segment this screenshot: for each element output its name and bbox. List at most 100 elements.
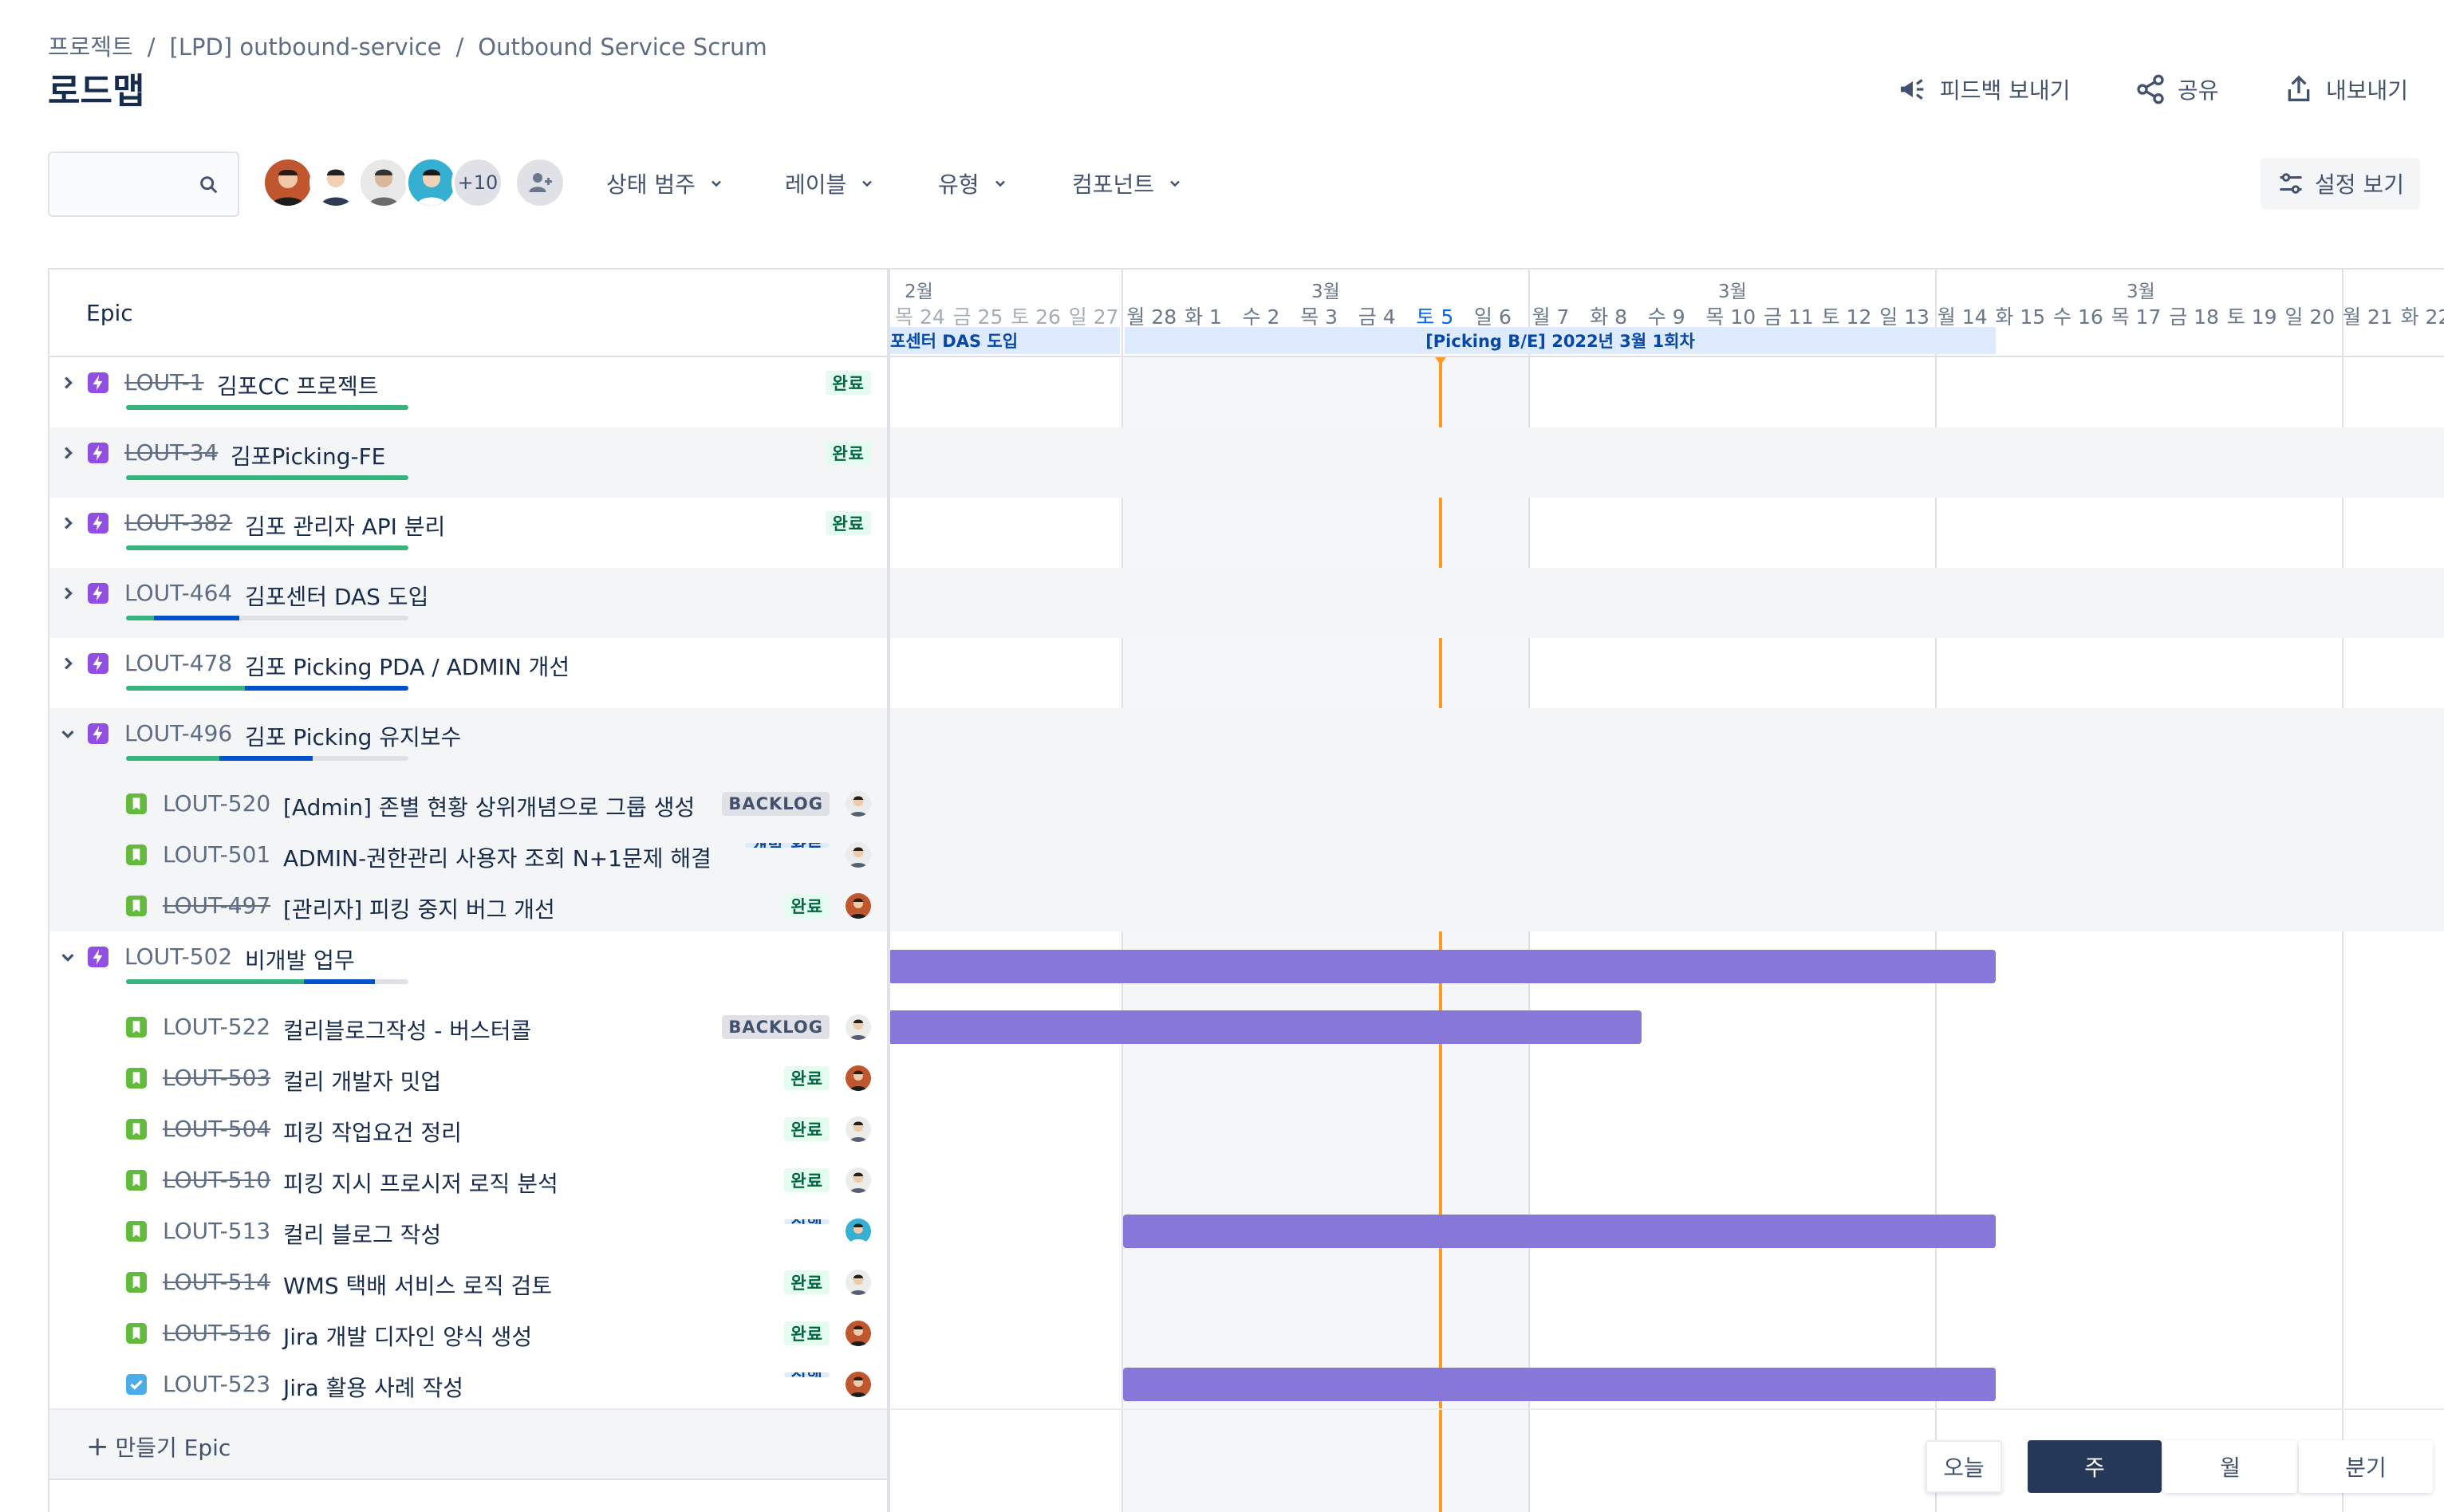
day-label: 목 10: [1705, 305, 1756, 329]
day-label: 금 4: [1358, 305, 1396, 329]
day-label: 금 18: [2169, 305, 2219, 329]
zoom-quarter-button[interactable]: 분기: [2299, 1440, 2433, 1493]
schedule-bar[interactable]: [889, 950, 1996, 983]
schedule-bar[interactable]: [889, 586, 1642, 620]
filter-type[interactable]: 유형: [938, 159, 1008, 207]
breadcrumb: 프로젝트 / [LPD] outbound-service / Outbound Ser…: [48, 29, 767, 62]
expand-chevron-icon[interactable]: [59, 585, 77, 605]
issue-row[interactable]: [49, 1206, 887, 1257]
day-label: 화 22: [2400, 305, 2444, 329]
schedule-bar[interactable]: [889, 787, 1642, 821]
share-icon: [2137, 74, 2164, 104]
more-avatars[interactable]: +10: [451, 156, 504, 209]
avatar[interactable]: [309, 156, 362, 209]
expand-chevron-icon[interactable]: [59, 374, 77, 395]
view-settings-button[interactable]: 설정 보기: [2261, 158, 2420, 209]
plus-icon: +: [86, 1431, 109, 1463]
day-label: 목 24: [895, 305, 945, 329]
epic-column-header: Epic: [86, 300, 133, 326]
issue-row[interactable]: [49, 1053, 887, 1104]
expand-chevron-icon[interactable]: [59, 655, 77, 675]
today-marker: [1439, 356, 1442, 1512]
filter-label: 유형: [938, 171, 980, 198]
epic-row[interactable]: [49, 357, 887, 427]
collapse-chevron-icon[interactable]: [59, 725, 77, 746]
schedule-bar[interactable]: [1123, 1368, 1996, 1401]
export-label: 내보내기: [2326, 77, 2409, 104]
feedback-label: 피드백 보내기: [1940, 77, 2071, 104]
zoom-month-button[interactable]: 월: [2163, 1440, 2297, 1493]
zoom-week-button[interactable]: 주: [2028, 1440, 2162, 1493]
sprint-picking[interactable]: [Picking B/E] 2022년 3월 1회차: [1125, 327, 1996, 354]
day-label: 토 12: [1821, 305, 1872, 329]
chevron-down-icon: [712, 180, 721, 187]
avatar[interactable]: [357, 156, 410, 209]
month-label: 3월: [2127, 282, 2155, 302]
day-label: 화 1: [1185, 305, 1222, 329]
day-label: 월 14: [1937, 305, 1988, 329]
search-input[interactable]: [48, 152, 239, 217]
filter-status-category[interactable]: 상태 범주: [606, 159, 724, 207]
share-button[interactable]: 공유: [2135, 69, 2219, 110]
day-label: 일 6: [1474, 305, 1512, 329]
expand-chevron-icon[interactable]: [59, 514, 77, 535]
share-label: 공유: [2178, 77, 2219, 104]
schedule-bar[interactable]: [889, 838, 1642, 872]
issue-row[interactable]: [49, 1104, 887, 1155]
day-label: 일 13: [1879, 305, 1930, 329]
filter-label: 상태 범주: [606, 171, 696, 198]
breadcrumb-project[interactable]: [LPD] outbound-service: [170, 33, 442, 61]
issue-row[interactable]: [49, 1257, 887, 1308]
avatar[interactable]: [405, 156, 458, 209]
day-label: 목 17: [2111, 305, 2162, 329]
issue-row[interactable]: [49, 1359, 887, 1410]
expand-chevron-icon[interactable]: [59, 444, 77, 465]
sprint-das[interactable]: 포센터 DAS 도입: [889, 327, 1120, 354]
day-label: 월 7: [1531, 305, 1570, 329]
month-label: 3월: [1311, 282, 1340, 302]
epic-row[interactable]: [49, 498, 887, 568]
day-label: 토 5: [1416, 305, 1454, 329]
issue-row[interactable]: [49, 778, 887, 829]
export-button[interactable]: 내보내기: [2283, 69, 2408, 110]
day-label: 수 2: [1242, 305, 1280, 329]
epic-row[interactable]: [49, 427, 887, 498]
pane-divider[interactable]: [887, 268, 890, 1512]
header-divider: [49, 356, 2444, 357]
day-label: 수 16: [2053, 305, 2103, 329]
schedule-bar[interactable]: [889, 726, 1642, 760]
sliders-icon: [2280, 173, 2302, 194]
feedback-button[interactable]: 피드백 보내기: [1897, 69, 2070, 110]
issue-row[interactable]: [49, 1308, 887, 1359]
filter-component[interactable]: 컴포넌트: [1072, 159, 1183, 207]
day-label: 월 28: [1126, 305, 1177, 329]
week-divider: [1935, 268, 1937, 1512]
breadcrumb-projects[interactable]: 프로젝트: [48, 33, 133, 61]
epic-row[interactable]: [49, 568, 887, 638]
avatar[interactable]: [262, 156, 314, 209]
issue-row[interactable]: [49, 1155, 887, 1206]
day-label: 화 15: [1995, 305, 2046, 329]
issue-row[interactable]: [49, 1002, 887, 1053]
today-button[interactable]: 오늘: [1926, 1440, 2002, 1493]
issue-row[interactable]: [49, 829, 887, 880]
epic-row[interactable]: [49, 931, 887, 1002]
chevron-down-icon: [862, 180, 873, 187]
day-label: 금 25: [952, 305, 1003, 329]
day-label: 금 11: [1764, 305, 1814, 329]
issue-row[interactable]: [49, 880, 887, 931]
day-label: 수 9: [1647, 305, 1685, 329]
create-epic-button[interactable]: + 만들기 Epic: [86, 1431, 231, 1463]
breadcrumb-board[interactable]: Outbound Service Scrum: [478, 33, 767, 61]
schedule-bar[interactable]: [1123, 1215, 1996, 1248]
filter-label-dropdown[interactable]: 레이블: [785, 159, 875, 207]
schedule-bar[interactable]: [889, 1010, 1642, 1044]
week-shade: [1121, 356, 1528, 1512]
breadcrumb-separator: /: [455, 33, 464, 61]
epic-row[interactable]: [49, 638, 887, 708]
day-label: 토 26: [1011, 305, 1061, 329]
add-people-button[interactable]: [514, 156, 566, 209]
collapse-chevron-icon[interactable]: [59, 948, 77, 969]
epic-row[interactable]: [49, 708, 887, 778]
day-label: 목 3: [1300, 305, 1338, 329]
